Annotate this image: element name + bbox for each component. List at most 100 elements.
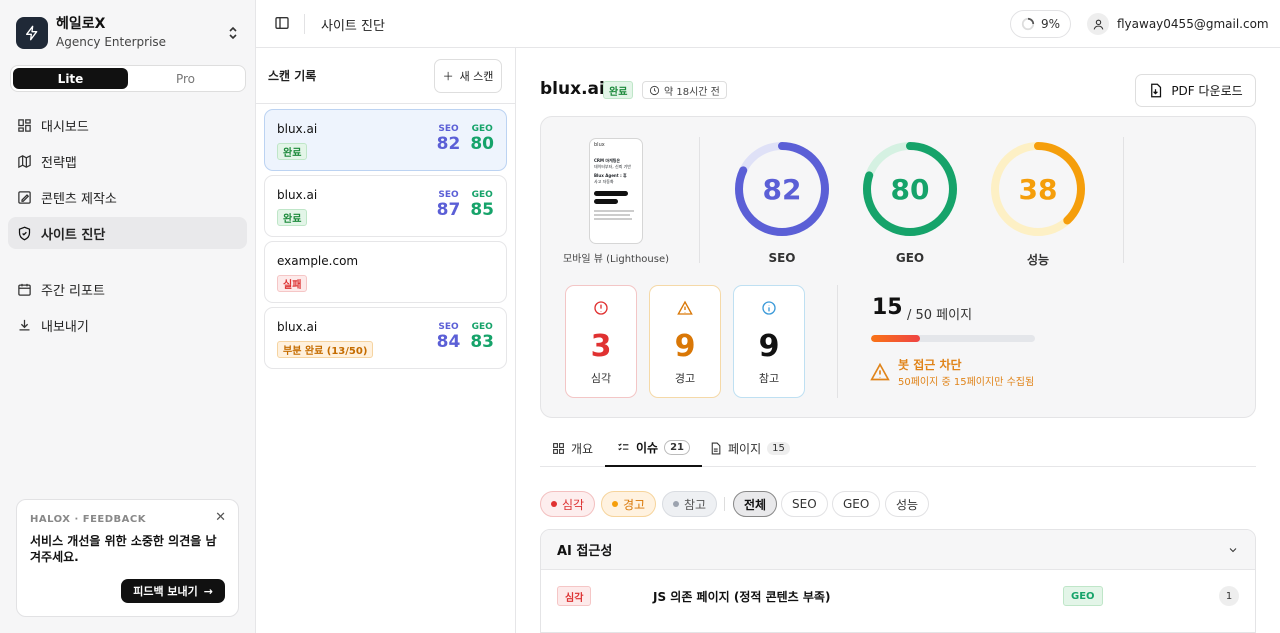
warning-count-card[interactable]: 9 경고 <box>649 285 721 398</box>
new-scan-button[interactable]: ＋ 새 스캔 <box>434 59 502 93</box>
tab-overview[interactable]: 개요 <box>552 430 593 467</box>
arrow-right-icon: → <box>203 584 213 598</box>
nav-label: 콘텐츠 제작소 <box>41 191 117 207</box>
gauge-label: GEO <box>895 251 925 265</box>
preview-button <box>594 199 618 204</box>
scan-domain: blux.ai <box>277 188 318 202</box>
issue-title: JS 의존 페이지 (정적 콘텐츠 부족) <box>653 589 831 604</box>
nav-weekly-report[interactable]: 주간 리포트 <box>8 273 247 305</box>
nav-export[interactable]: 내보내기 <box>8 309 247 341</box>
tab-pages[interactable]: 페이지 15 <box>709 430 790 467</box>
nav-label: 대시보드 <box>41 119 89 135</box>
scan-history-title: 스캔 기록 <box>268 69 317 83</box>
filter-chip-geo[interactable]: GEO <box>832 491 881 517</box>
alert-circle-icon <box>594 301 608 315</box>
status-badge: 완료 <box>603 81 634 99</box>
scan-card[interactable]: blux.ai 부분 완료 (13/50) SEO 84 GEO 83 <box>264 307 507 369</box>
chip-label: 심각 <box>562 497 585 512</box>
preview-text-block <box>594 210 634 212</box>
mobile-preview[interactable]: blux CRM 마케팅은 데이터부터, 신뢰 기반 Blux Agent : … <box>589 138 643 244</box>
filter-chip-all[interactable]: 전체 <box>733 491 778 517</box>
nav-site-diagnosis[interactable]: 사이트 진단 <box>8 217 247 249</box>
filter-chip-warning[interactable]: 경고 <box>601 491 657 517</box>
status-badge: 부분 완료 (13/50) <box>277 341 374 358</box>
pdf-download-label: PDF 다운로드 <box>1171 84 1243 98</box>
gauge-label: 성능 <box>1026 253 1050 267</box>
critical-label: 심각 <box>590 372 612 385</box>
critical-count-card[interactable]: 3 심각 <box>565 285 637 398</box>
gauge-value: 80 <box>891 173 930 206</box>
brand-plan: Agency Enterprise <box>56 35 167 49</box>
preview-button <box>594 191 628 196</box>
chevron-down-icon <box>1229 547 1237 552</box>
plan-toggle: Lite Pro <box>10 65 246 92</box>
user-icon <box>1087 13 1109 35</box>
geo-score: 85 <box>470 200 494 220</box>
scan-card[interactable]: blux.ai 완료 SEO 87 GEO 85 <box>264 175 507 237</box>
divider <box>699 137 700 263</box>
filter-chip-critical[interactable]: 심각 <box>540 491 596 517</box>
checklist-icon <box>618 443 629 451</box>
scan-card[interactable]: example.com 실패 <box>264 241 507 303</box>
crawl-progress-fill <box>871 335 921 342</box>
crawl-progress-bar <box>871 335 1035 342</box>
topbar: 사이트 진단 9% flyaway0455@gmail.com <box>256 0 1280 48</box>
sidebar: 헤일로X Agency Enterprise Lite Pro 대시보드 전략맵… <box>0 0 256 633</box>
brand-name: 헤일로X <box>56 16 106 32</box>
info-circle-icon <box>762 301 776 315</box>
page-title: 사이트 진단 <box>321 19 385 34</box>
preview-line: 사고 자동화 <box>594 179 614 184</box>
info-label: 참고 <box>758 372 780 385</box>
chip-label: 성능 <box>896 497 919 512</box>
filter-chip-seo[interactable]: SEO <box>781 491 828 517</box>
seo-label: SEO <box>438 124 459 134</box>
divider <box>837 285 838 398</box>
seo-label: SEO <box>438 190 459 200</box>
sidebar-toggle-icon[interactable] <box>274 15 292 33</box>
scan-card[interactable]: blux.ai 완료 SEO 82 GEO 80 <box>264 109 507 171</box>
preview-text-block <box>594 214 630 216</box>
filter-chip-info[interactable]: 참고 <box>662 491 718 517</box>
tab-issues[interactable]: 이슈 21 <box>605 430 703 467</box>
warning-triangle-icon <box>677 300 693 315</box>
issue-count: 1 <box>1219 586 1239 606</box>
seo-score: 87 <box>436 200 461 220</box>
send-feedback-button[interactable]: 피드백 보내기 → <box>121 579 225 603</box>
info-count: 9 <box>758 329 780 364</box>
seo-score: 82 <box>436 134 461 154</box>
scan-time: 약 18시간 전 <box>664 86 720 98</box>
dot-icon <box>551 501 557 507</box>
nav-content-studio[interactable]: 콘텐츠 제작소 <box>8 181 247 213</box>
user-menu[interactable]: flyaway0455@gmail.com <box>1087 12 1269 36</box>
map-icon <box>16 153 33 170</box>
plan-lite-button[interactable]: Lite <box>13 68 128 89</box>
geo-label: GEO <box>471 322 493 332</box>
close-icon[interactable]: ✕ <box>215 510 226 525</box>
nav-label: 내보내기 <box>41 319 89 335</box>
tab-bar: 개요 이슈 21 페이지 15 <box>540 430 1256 467</box>
section-header[interactable]: AI 접근성 <box>541 530 1255 570</box>
nav-strategy-map[interactable]: 전략맵 <box>8 145 247 177</box>
chip-label: 전체 <box>744 497 767 512</box>
issue-row[interactable]: 심각 JS 의존 페이지 (정적 콘텐츠 부족) GEO 1 <box>541 570 1255 622</box>
plan-pro-button[interactable]: Pro <box>128 68 243 89</box>
filter-chip-performance[interactable]: 성능 <box>885 491 930 517</box>
scan-domain: example.com <box>277 254 359 268</box>
scan-time-badge: 약 18시간 전 <box>642 81 727 99</box>
info-count-card[interactable]: 9 참고 <box>733 285 805 398</box>
chip-label: GEO <box>843 497 870 511</box>
warning-count: 9 <box>674 329 696 364</box>
warning-label: 경고 <box>674 372 696 385</box>
pdf-download-button[interactable]: PDF 다운로드 <box>1135 74 1256 107</box>
tab-label: 페이지 <box>728 442 762 456</box>
chip-label: 경고 <box>623 497 646 512</box>
scan-domain: blux.ai <box>277 320 318 334</box>
nav-label: 사이트 진단 <box>41 227 106 243</box>
feedback-card: HALOX · FEEDBACK ✕ 서비스 개선을 위한 소중한 의견을 남겨… <box>16 499 239 617</box>
preview-text-block <box>594 218 632 220</box>
shield-icon <box>16 225 33 242</box>
workspace-switcher[interactable]: 헤일로X Agency Enterprise <box>16 16 240 50</box>
scan-progress-indicator[interactable]: 9% <box>1010 10 1071 38</box>
summary-card: blux CRM 마케팅은 데이터부터, 신뢰 기반 Blux Agent : … <box>540 116 1256 418</box>
nav-dashboard[interactable]: 대시보드 <box>8 109 247 141</box>
